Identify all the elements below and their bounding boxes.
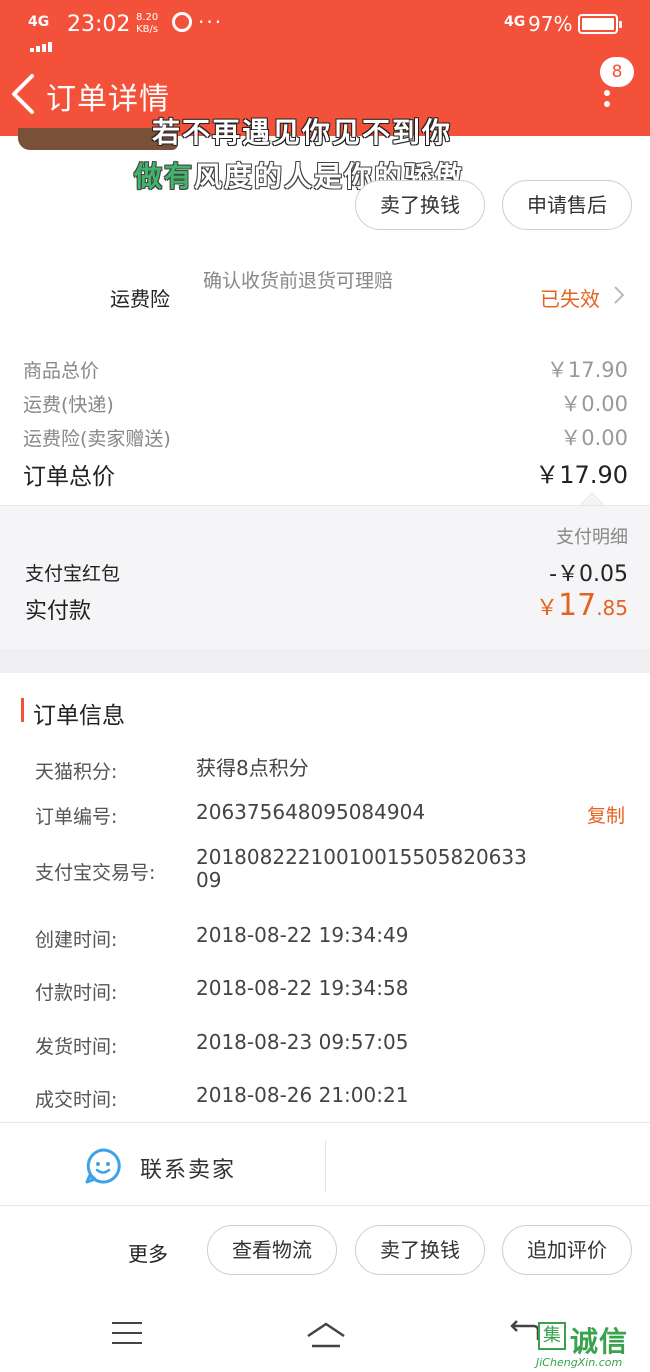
tmall-points-label: 天猫积分: xyxy=(35,761,118,783)
paid-time-value: 2018-08-22 19:34:58 xyxy=(196,976,409,1000)
insurance-fee-label: 运费险(卖家赠送) xyxy=(23,428,171,450)
alipay-trade-no-value: 20180822210010015505820633 09 xyxy=(196,845,527,892)
order-number-label: 订单编号: xyxy=(35,806,118,828)
overlay-caption-line1: 若不再遇见你见不到你 xyxy=(152,116,453,149)
status-bar: 4G 23:02 8.20 KB/s ··· 4G 97% xyxy=(0,0,650,52)
created-time-label: 创建时间: xyxy=(35,929,118,951)
shipped-time-value: 2018-08-23 09:57:05 xyxy=(196,1030,409,1054)
message-count-badge[interactable]: 8 xyxy=(600,57,634,87)
insurance-status: 已失效 xyxy=(540,287,600,311)
clock: 23:02 xyxy=(67,12,131,37)
network-speed: 8.20 KB/s xyxy=(136,12,159,35)
order-info-title: 订单信息 xyxy=(33,703,125,729)
goods-total-value: ￥17.90 xyxy=(546,358,628,382)
battery-icon xyxy=(578,14,622,34)
contact-seller-label[interactable]: 联系卖家 xyxy=(140,1152,236,1184)
status-more-icon: ··· xyxy=(198,10,224,34)
shipping-fee-value: ￥0.00 xyxy=(560,392,628,416)
insurance-label: 运费险 xyxy=(110,287,170,311)
add-review-button[interactable]: 追加评价 xyxy=(502,1225,632,1275)
deal-time-value: 2018-08-26 21:00:21 xyxy=(196,1083,409,1107)
insurance-fee-value: ￥0.00 xyxy=(560,426,628,450)
home-icon[interactable] xyxy=(304,1320,348,1348)
alipay-hongbao-label: 支付宝红包 xyxy=(25,563,121,585)
menu-icon[interactable] xyxy=(112,1322,142,1344)
insurance-description: 确认收货前退货可理赔 xyxy=(203,270,394,292)
tmall-points-value: 获得8点积分 xyxy=(196,756,309,780)
order-number-value: 206375648095084904 xyxy=(196,800,426,824)
more-actions-button[interactable]: 更多 xyxy=(128,1238,168,1267)
mobile-data-label: 4G xyxy=(504,14,526,30)
more-menu-icon[interactable] xyxy=(600,90,614,116)
paid-time-label: 付款时间: xyxy=(35,982,118,1004)
payment-detail-link[interactable]: 支付明细 xyxy=(556,523,628,549)
chevron-right-icon xyxy=(614,286,625,304)
site-watermark-logo: 集 诚信 JiChengXin.com xyxy=(530,1318,650,1372)
amount-paid-value: ￥17.85 xyxy=(535,588,628,623)
watermark-box: 集 xyxy=(538,1322,566,1350)
alipay-hongbao-value: -￥0.05 xyxy=(549,562,628,587)
vertical-divider xyxy=(325,1140,326,1192)
chevron-left-icon xyxy=(12,74,34,114)
shipping-fee-label: 运费(快递) xyxy=(23,394,114,416)
goods-total-label: 商品总价 xyxy=(23,360,100,382)
battery-percent: 97% xyxy=(528,12,573,36)
section-divider xyxy=(0,649,650,673)
view-logistics-button[interactable]: 查看物流 xyxy=(207,1225,337,1275)
amount-paid-label: 实付款 xyxy=(25,599,92,624)
sell-for-cash-button[interactable]: 卖了换钱 xyxy=(355,180,485,230)
order-total-label: 订单总价 xyxy=(23,464,115,490)
copy-order-number-button[interactable]: 复制 xyxy=(587,801,625,828)
apply-aftersale-button[interactable]: 申请售后 xyxy=(502,180,632,230)
watermark-chars: 诚信 xyxy=(570,1325,629,1358)
created-time-value: 2018-08-22 19:34:49 xyxy=(196,923,409,947)
deal-time-label: 成交时间: xyxy=(35,1089,118,1111)
back-button[interactable] xyxy=(8,72,48,116)
sell-for-cash-button-bottom[interactable]: 卖了换钱 xyxy=(355,1225,485,1275)
shipped-time-label: 发货时间: xyxy=(35,1036,118,1058)
signal-icon xyxy=(30,28,56,52)
caret-up-icon xyxy=(580,492,604,505)
hotspot-icon xyxy=(172,12,192,32)
section-accent-bar xyxy=(21,698,24,722)
chat-face-icon xyxy=(85,1148,121,1184)
watermark-url: JiChengXin.com xyxy=(536,1356,623,1369)
order-total-value: ￥17.90 xyxy=(535,461,628,489)
alipay-trade-no-label: 支付宝交易号: xyxy=(35,862,156,884)
